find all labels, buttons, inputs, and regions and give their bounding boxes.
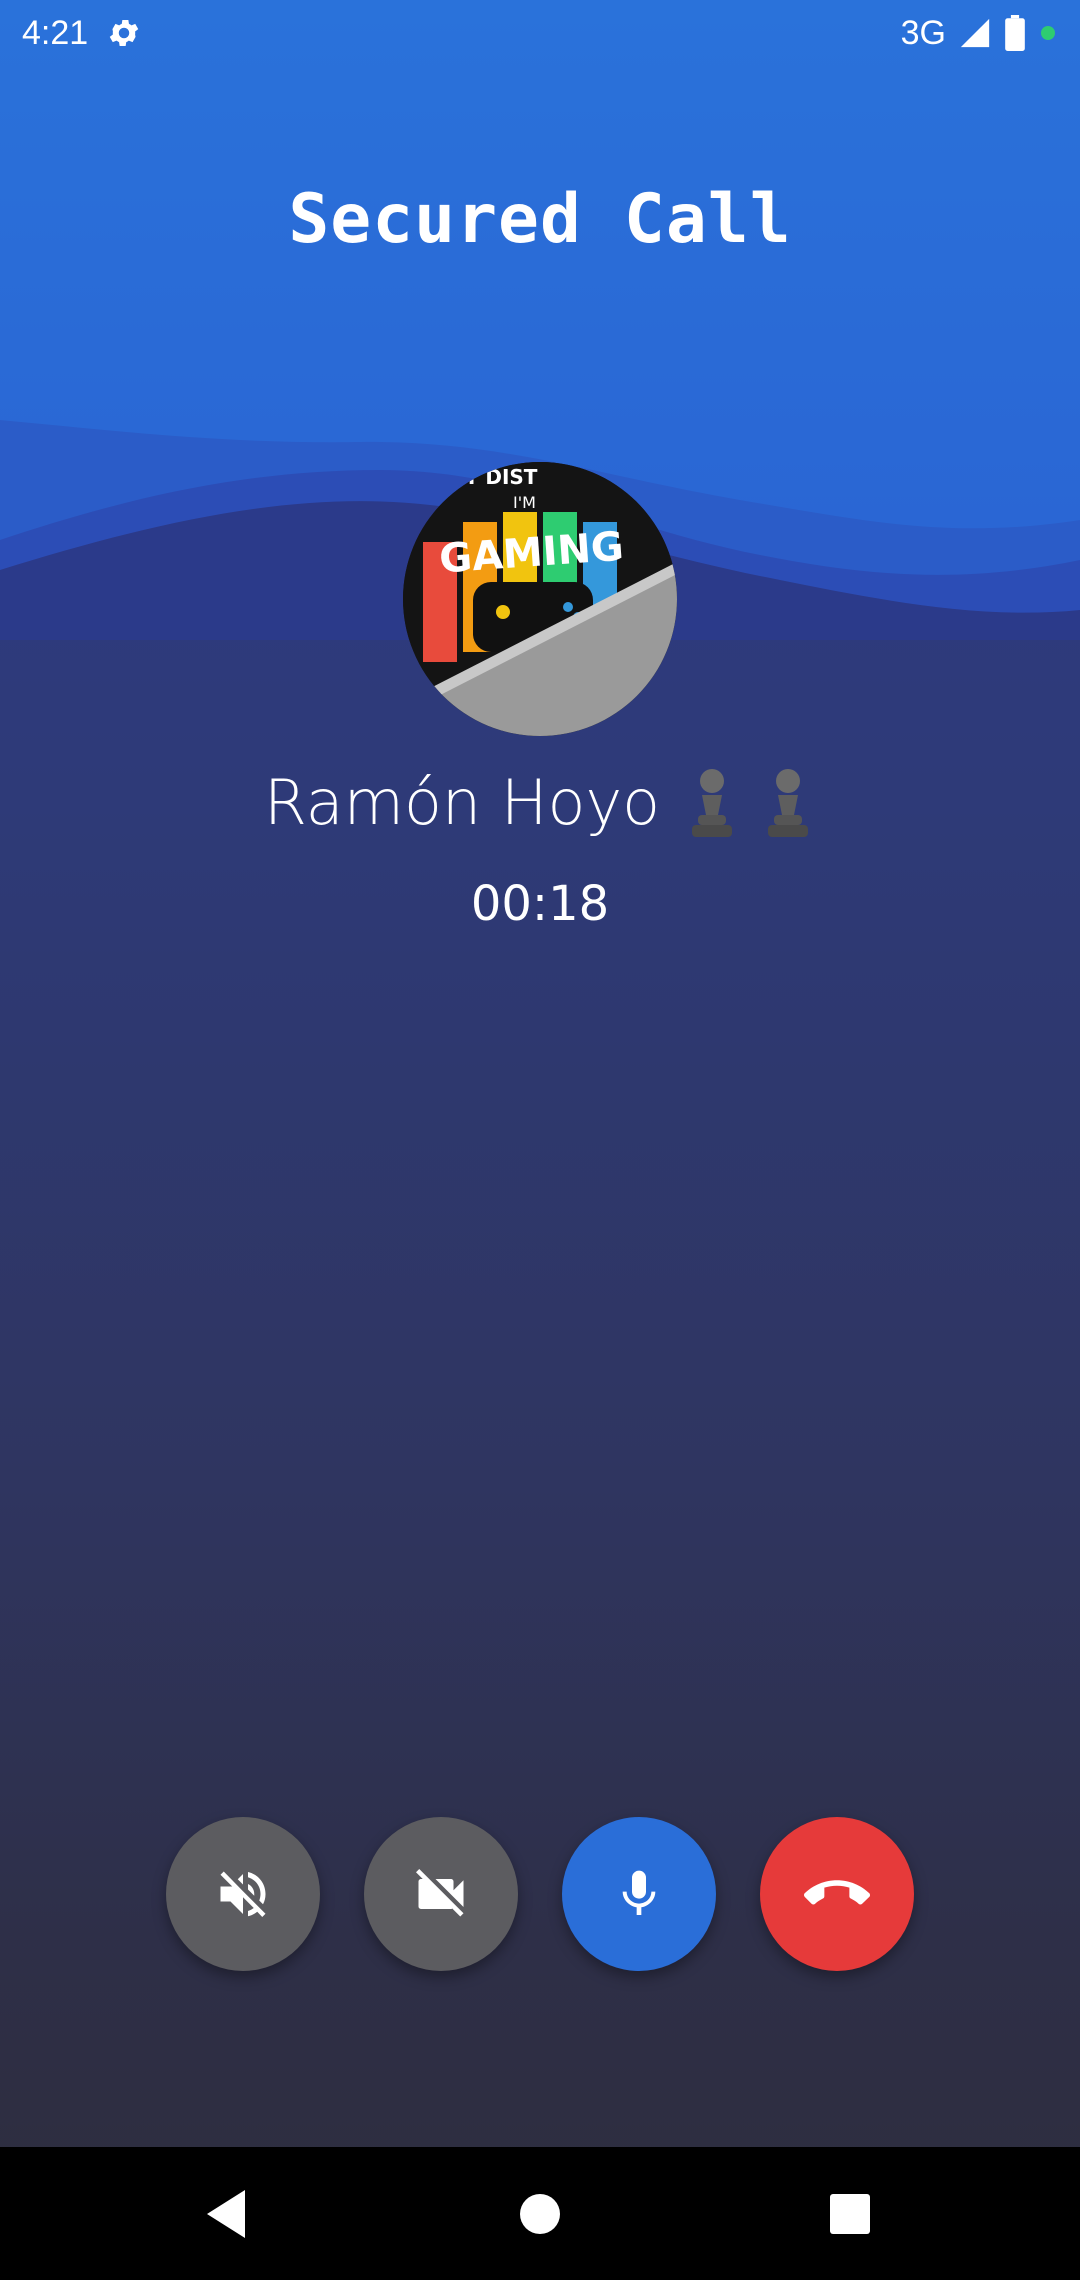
recents-icon <box>830 2194 870 2234</box>
status-time: 4:21 <box>22 13 89 52</box>
end-call-button[interactable] <box>760 1817 914 1971</box>
call-end-icon <box>804 1880 870 1905</box>
network-type: 3G <box>900 13 946 52</box>
mic-icon <box>622 1870 656 1915</box>
home-icon <box>520 2194 560 2234</box>
home-button[interactable] <box>509 2183 571 2245</box>
pawn-icon <box>760 767 816 839</box>
volume-off-icon <box>220 1871 266 1917</box>
microphone-button[interactable] <box>562 1817 716 1971</box>
caller-name: Ramón Hoyo <box>263 766 661 839</box>
active-dot-icon <box>1038 23 1058 43</box>
call-controls <box>0 1817 1080 1971</box>
battery-icon <box>1004 15 1026 51</box>
caller-name-row: Ramón Hoyo <box>0 766 1080 839</box>
call-duration: 00:18 <box>470 876 610 932</box>
speaker-off-button[interactable] <box>166 1817 320 1971</box>
status-right: 3G <box>901 14 1058 53</box>
status-left: 4:21 <box>22 14 142 53</box>
avatar-image: NOT DIST I'M GAMING <box>403 462 677 736</box>
back-button[interactable] <box>195 2183 257 2245</box>
status-bar: 4:21 3G <box>0 0 1080 66</box>
signal-icon <box>958 16 992 50</box>
recents-button[interactable] <box>819 2183 881 2245</box>
videocam-off-icon <box>416 1869 464 1917</box>
settings-icon <box>106 15 142 51</box>
pawn-icon <box>684 767 740 839</box>
video-off-button[interactable] <box>364 1817 518 1971</box>
back-icon <box>207 2190 245 2238</box>
page-title: Secured Call <box>288 180 792 259</box>
navigation-bar <box>0 2147 1080 2280</box>
caller-emoji <box>684 767 816 839</box>
caller-avatar: NOT DIST I'M GAMING <box>403 462 677 736</box>
avatar-text-mid: I'M <box>513 493 536 512</box>
